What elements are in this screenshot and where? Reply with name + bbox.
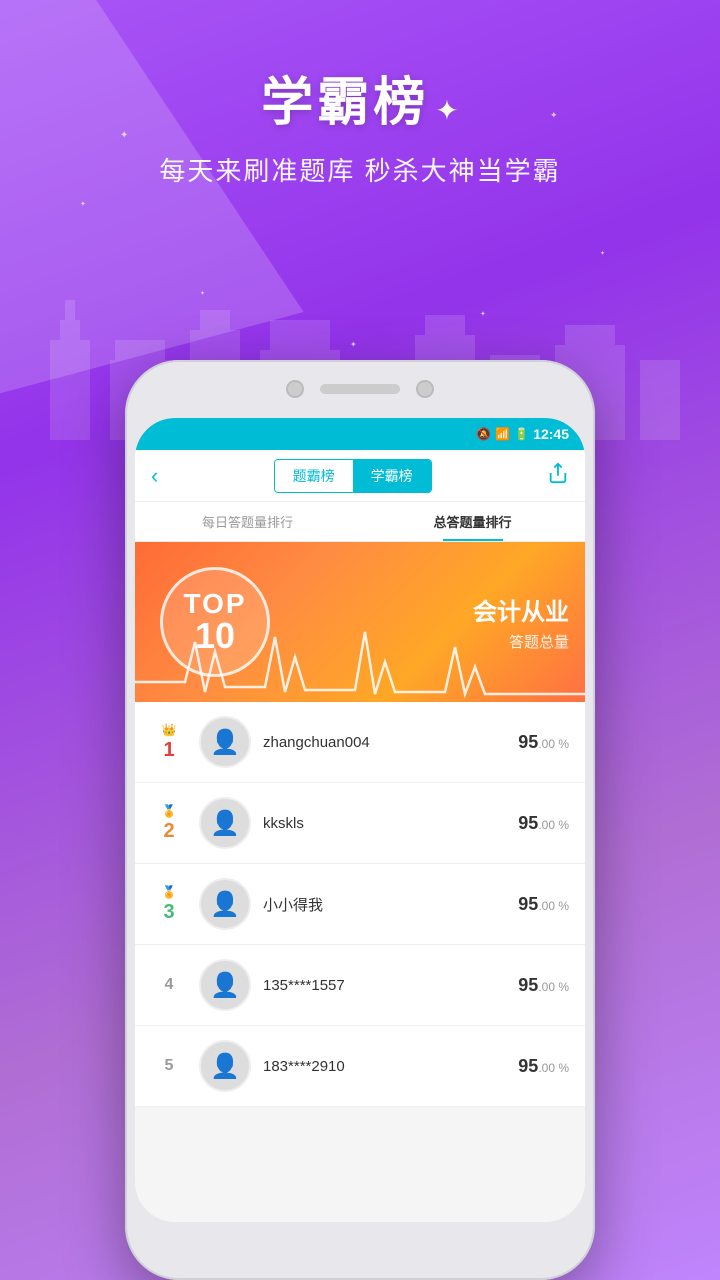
signal-bars-icon: 📶	[495, 427, 510, 441]
mute-icon: 🔕	[476, 427, 491, 441]
table-row: 🏅 2 👤 kkskls 95.00 %	[135, 783, 585, 864]
score-big-4: 95	[518, 975, 538, 995]
crown-icon-1: 👑	[162, 723, 177, 737]
rank-name-4: 135****1557	[263, 977, 506, 994]
rank-number-1: 1	[155, 739, 183, 762]
header-section: 学霸榜✦ 每天来刷准题库 秒杀大神当学霸	[0, 60, 720, 188]
score-big-3: 95	[518, 894, 538, 914]
tab-tiba[interactable]: 题霸榜	[275, 460, 353, 492]
rank-num-wrapper-2: 🏅 2	[151, 804, 187, 843]
battery-icon: 🔋	[514, 427, 529, 441]
avatar-4: 👤	[199, 959, 251, 1011]
table-row: 👑 1 👤 zhangchuan004 95.00 %	[135, 702, 585, 783]
user-icon-5: 👤	[210, 1052, 240, 1081]
score-big-1: 95	[518, 732, 538, 752]
rank-num-wrapper-3: 🏅 3	[151, 885, 187, 924]
user-icon-1: 👤	[210, 728, 240, 757]
status-bar: 🔕 📶 🔋 12:45	[135, 418, 585, 450]
rank-name-2: kkskls	[263, 815, 506, 832]
rank-score-5: 95.00 %	[518, 1056, 569, 1077]
avatar-2: 👤	[199, 797, 251, 849]
table-row: 4 👤 135****1557 95.00 %	[135, 945, 585, 1026]
rank-score-4: 95.00 %	[518, 975, 569, 996]
share-button[interactable]	[547, 462, 569, 490]
phone-screen: 🔕 📶 🔋 12:45 ‹ 题霸榜 学霸榜	[135, 418, 585, 1222]
nav-bar: ‹ 题霸榜 学霸榜	[135, 450, 585, 502]
phone-speaker	[320, 384, 400, 394]
rank-number-3: 3	[155, 901, 183, 924]
avatar-3: 👤	[199, 878, 251, 930]
top-text: TOP	[183, 590, 246, 618]
crown-icon-3: 🏅	[162, 885, 177, 899]
ranking-list: 👑 1 👤 zhangchuan004 95.00 % 🏅 2	[135, 702, 585, 1107]
phone-outer: 🔕 📶 🔋 12:45 ‹ 题霸榜 学霸榜	[125, 360, 595, 1280]
heartbeat-chart	[135, 622, 585, 702]
user-icon-2: 👤	[210, 809, 240, 838]
rank-num-wrapper-4: 4	[151, 976, 187, 994]
sub-tab-total[interactable]: 总答题量排行	[360, 502, 585, 541]
rank-name-5: 183****2910	[263, 1058, 506, 1075]
score-small-5: .00 %	[538, 1061, 569, 1075]
user-icon-3: 👤	[210, 890, 240, 919]
score-big-2: 95	[518, 813, 538, 833]
table-row: 🏅 3 👤 小小得我 95.00 %	[135, 864, 585, 945]
score-small-4: .00 %	[538, 980, 569, 994]
rank-score-1: 95.00 %	[518, 732, 569, 753]
rank-number-2: 2	[155, 820, 183, 843]
phone-side-button	[593, 560, 595, 620]
banner: TOP 10 会计从业 答题总量	[135, 542, 585, 702]
rank-name-3: 小小得我	[263, 894, 506, 915]
phone-wrapper: 🔕 📶 🔋 12:45 ‹ 题霸榜 学霸榜	[125, 360, 595, 1280]
user-icon-4: 👤	[210, 971, 240, 1000]
rank-num-wrapper-5: 5	[151, 1057, 187, 1075]
sparkle-icon: ✦	[435, 95, 458, 126]
title-text: 学霸榜	[261, 74, 429, 132]
phone-camera-left	[286, 380, 304, 398]
table-row: 5 👤 183****2910 95.00 %	[135, 1026, 585, 1107]
score-small-1: .00 %	[538, 737, 569, 751]
tab-xueba[interactable]: 学霸榜	[353, 460, 431, 492]
score-big-5: 95	[518, 1056, 538, 1076]
sub-tabs: 每日答题量排行 总答题量排行	[135, 502, 585, 542]
score-small-2: .00 %	[538, 818, 569, 832]
rank-number-4: 4	[155, 976, 183, 994]
avatar-5: 👤	[199, 1040, 251, 1092]
header-subtitle: 每天来刷准题库 秒杀大神当学霸	[0, 151, 720, 188]
crown-icon-2: 🏅	[162, 804, 177, 818]
phone-camera-right	[416, 380, 434, 398]
avatar-1: 👤	[199, 716, 251, 768]
status-time: 12:45	[533, 426, 569, 442]
back-button[interactable]: ‹	[151, 463, 158, 489]
rank-name-1: zhangchuan004	[263, 734, 506, 751]
rank-score-3: 95.00 %	[518, 894, 569, 915]
rank-number-5: 5	[155, 1057, 183, 1075]
status-icons: 🔕 📶 🔋 12:45	[476, 426, 569, 442]
score-small-3: .00 %	[538, 899, 569, 913]
sub-tab-daily[interactable]: 每日答题量排行	[135, 502, 360, 541]
rank-score-2: 95.00 %	[518, 813, 569, 834]
phone-top-bar	[286, 380, 434, 398]
rank-num-wrapper-1: 👑 1	[151, 723, 187, 762]
nav-tabs: 题霸榜 学霸榜	[274, 459, 432, 493]
page-title: 学霸榜✦	[0, 60, 720, 135]
